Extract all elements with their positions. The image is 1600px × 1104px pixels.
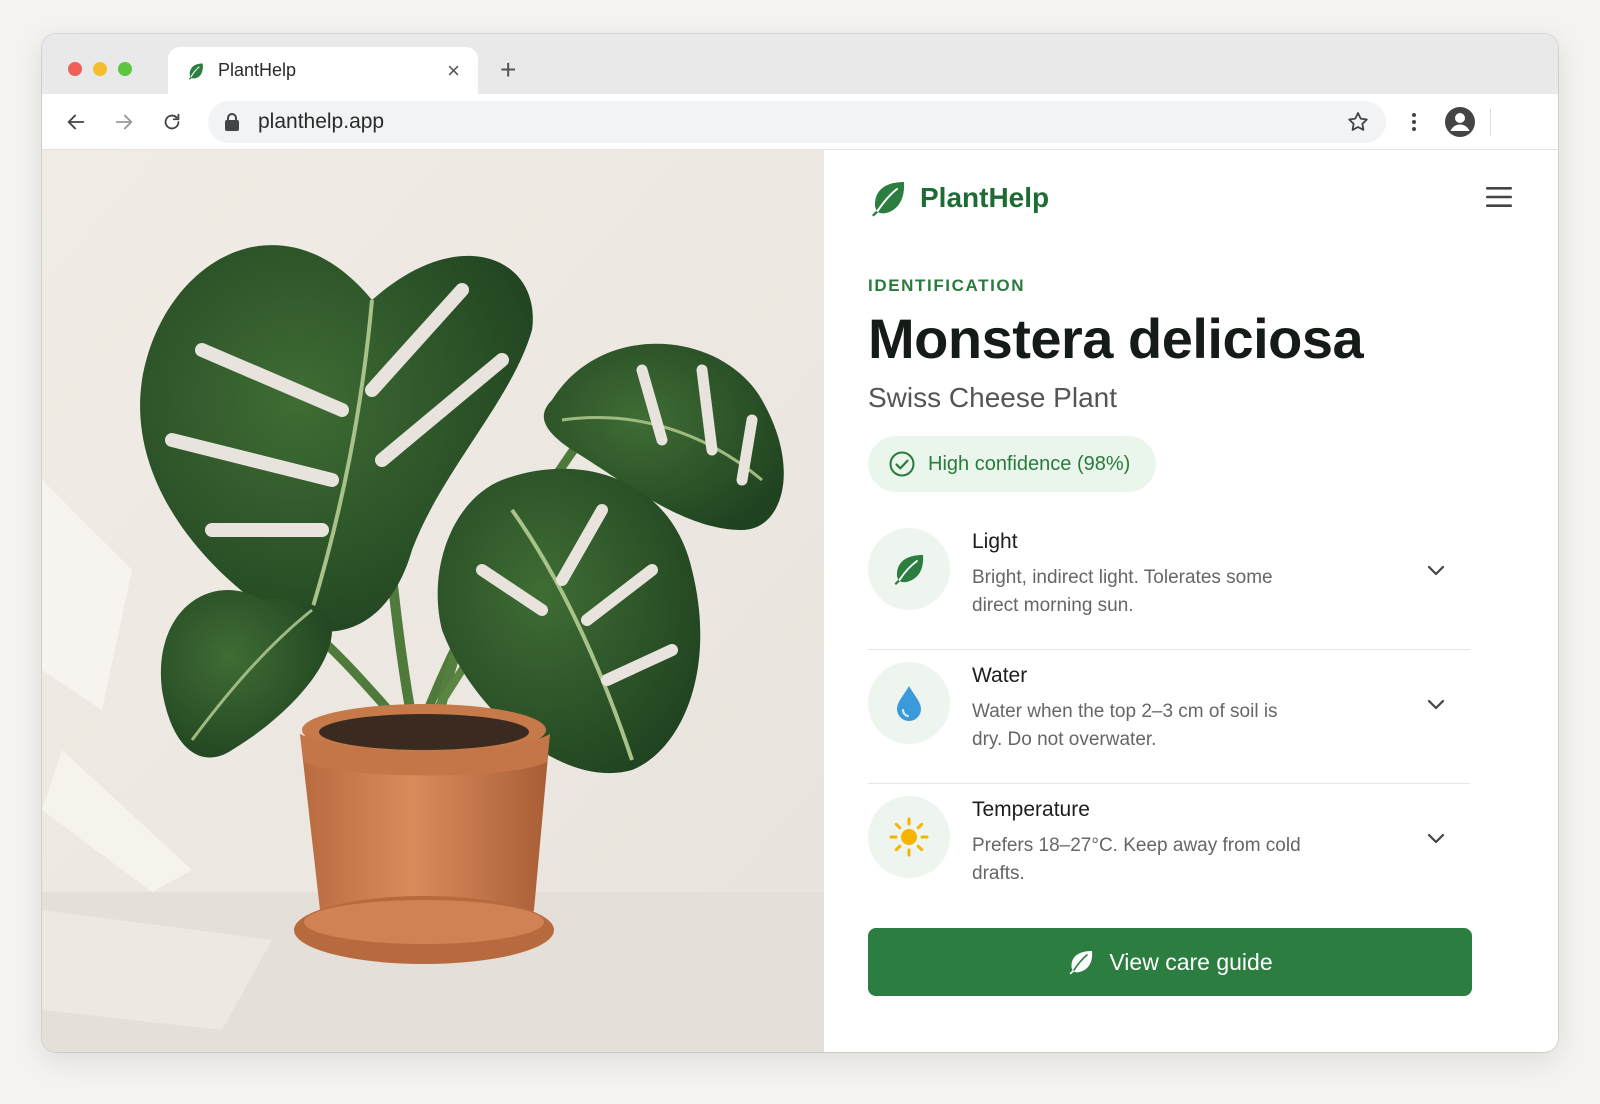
care-icon-badge (868, 796, 950, 878)
identification-panel: PlantHelp IDENTIFICATION Monstera delici… (824, 150, 1558, 1052)
view-care-guide-button[interactable]: View care guide (868, 928, 1472, 996)
address-bar[interactable]: planthelp.app (208, 101, 1386, 143)
close-icon[interactable]: × (447, 59, 460, 82)
section-eyebrow: IDENTIFICATION (868, 276, 1026, 295)
chevron-down-icon[interactable] (1424, 692, 1448, 716)
care-item-temperature[interactable]: Temperature Prefers 18–27°C. Keep away f… (868, 784, 1470, 918)
water-drop-icon (897, 686, 921, 721)
care-title: Temperature (972, 798, 1090, 821)
confidence-label: High confidence (98%) (928, 452, 1131, 475)
confidence-badge: High confidence (98%) (868, 436, 1156, 492)
lock-icon (225, 113, 239, 131)
common-name: Swiss Cheese Plant (868, 382, 1118, 413)
care-description: Water when the top 2–3 cm of soil is dry… (972, 701, 1278, 750)
care-description: Bright, indirect light. Tolerates some d… (972, 567, 1273, 616)
tab-bar: PlantHelp × + (42, 34, 1558, 94)
hamburger-icon[interactable] (1484, 184, 1514, 210)
toolbar-divider (1490, 108, 1491, 136)
brand-name: PlantHelp (920, 182, 1050, 213)
maximize-window-button[interactable] (118, 62, 132, 76)
care-item-water[interactable]: Water Water when the top 2–3 cm of soil … (868, 650, 1470, 784)
plus-icon[interactable]: + (500, 56, 516, 84)
leaf-icon (188, 63, 203, 80)
reload-icon[interactable] (158, 108, 186, 136)
profile-icon[interactable] (1444, 106, 1476, 138)
arrow-right-icon[interactable] (110, 108, 138, 136)
browser-tab[interactable]: PlantHelp × (168, 47, 478, 94)
close-window-button[interactable] (68, 62, 82, 76)
care-item-light[interactable]: Light Bright, indirect light. Tolerates … (868, 516, 1470, 650)
care-list: Light Bright, indirect light. Tolerates … (868, 516, 1470, 918)
care-icon-badge (868, 662, 950, 744)
minimize-window-button[interactable] (93, 62, 107, 76)
url-text[interactable]: planthelp.app (258, 110, 1346, 134)
star-icon[interactable] (1346, 110, 1370, 134)
chevron-down-icon[interactable] (1424, 826, 1448, 850)
leaf-icon (872, 182, 905, 217)
plant-photo (42, 150, 824, 1052)
care-icon-badge (868, 528, 950, 610)
chevron-down-icon[interactable] (1424, 558, 1448, 582)
cta-label: View care guide (1109, 948, 1273, 975)
species-name: Monstera deliciosa (868, 307, 1364, 370)
care-title: Light (972, 530, 1018, 553)
leaf-icon (894, 555, 924, 585)
arrow-left-icon[interactable] (62, 108, 90, 136)
care-description: Prefers 18–27°C. Keep away from cold dra… (972, 835, 1301, 884)
browser-toolbar: planthelp.app (42, 94, 1558, 150)
care-title: Water (972, 664, 1028, 687)
brand[interactable]: PlantHelp (868, 178, 1049, 218)
check-circle-icon (889, 451, 915, 477)
leaf-icon (1069, 951, 1093, 975)
monstera-plant-illustration (42, 150, 824, 1052)
browser-window: PlantHelp × + planthelp.app PlantHelp ID… (42, 34, 1558, 1052)
kebab-icon[interactable] (1402, 110, 1426, 134)
tab-title: PlantHelp (218, 60, 297, 80)
sun-icon (889, 817, 929, 857)
